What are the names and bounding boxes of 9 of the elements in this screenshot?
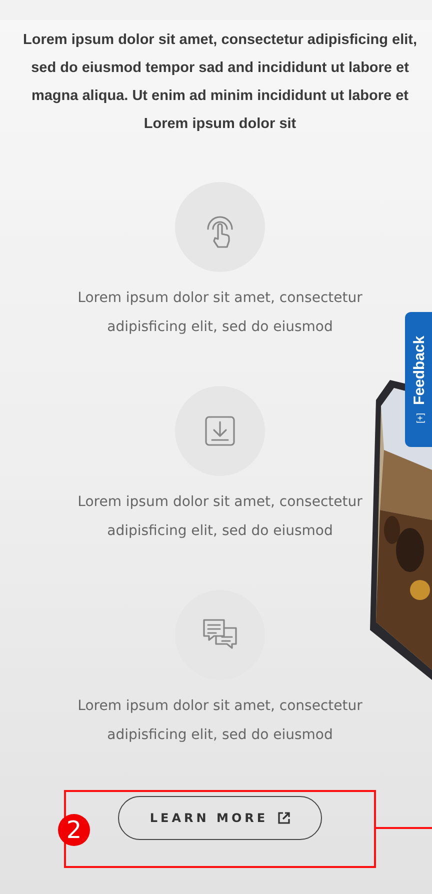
feature-description: Lorem ipsum dolor sit amet, consectetur adipisficing elit, sed do eiusmod [76,493,364,541]
feedback-tab[interactable]: [+] Feedback [405,312,432,447]
external-link-icon [278,812,290,824]
learn-more-button[interactable]: LEARN MORE [118,796,322,840]
leader-line [376,827,432,829]
feature-description: Lorem ipsum dolor sit amet, consectetur adipisficing elit, sed do eiusmod [76,697,364,745]
annotation-number: 2 [58,814,90,846]
feature-description: Lorem ipsum dolor sit amet, consectetur adipisficing elit, sed do eiusmod [76,289,364,337]
intro-paragraph: Lorem ipsum dolor sit amet, consectetur adipisficing elit, sed do eiusmod tempor sad and incididunt ut labore et magna aliqua. Ut enim ad minim incididunt ut labore et Lorem ipsum dolor sit [22,31,418,134]
